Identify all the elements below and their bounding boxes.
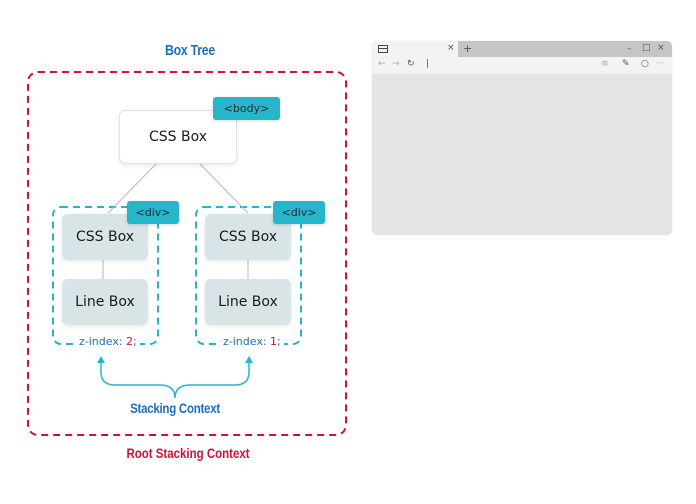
right-line-box-label: Line Box (218, 294, 278, 310)
reading-view-icon[interactable]: ≡ (601, 60, 609, 69)
root-css-box-label: CSS Box (148, 129, 208, 145)
right-zindex-label: z-index: 1; (220, 335, 284, 348)
close-tab-icon[interactable]: × (447, 44, 455, 53)
stacking-context-brace (100, 362, 250, 399)
zindex-prefix: z-index: (79, 335, 127, 348)
refresh-icon[interactable]: ↻ (407, 60, 415, 69)
zindex-value: 1 (270, 335, 278, 348)
hub-icon[interactable]: ○ (641, 60, 649, 69)
minimize-icon[interactable]: – (627, 45, 632, 54)
body-tag: <body> (213, 97, 280, 120)
left-css-box-label: CSS Box (75, 229, 135, 245)
zindex-suffix: ; (133, 335, 137, 348)
back-icon[interactable]: ← (378, 60, 386, 69)
zindex-value: 2 (126, 335, 134, 348)
forward-icon[interactable]: → (392, 60, 400, 69)
arrow-head-left (97, 356, 105, 363)
zindex-prefix: z-index: (223, 335, 271, 348)
left-line-box-label: Line Box (75, 294, 135, 310)
stacking-context-label: Stacking Context (130, 400, 220, 416)
zindex-suffix: ; (277, 335, 281, 348)
new-tab-icon[interactable]: + (463, 43, 472, 54)
root-stacking-context-label: Root Stacking Context (126, 445, 250, 461)
left-div-tag: <div> (127, 201, 179, 224)
right-css-box-label: CSS Box (218, 229, 278, 245)
more-icon[interactable]: ··· (656, 60, 665, 69)
notes-icon[interactable]: ✎ (622, 60, 630, 69)
tree-edge-right (198, 162, 249, 214)
browser-viewport (372, 74, 672, 235)
left-line-box: Line Box (62, 279, 148, 325)
tab-icon (378, 45, 388, 53)
right-line-box: Line Box (205, 279, 291, 325)
right-div-tag: <div> (273, 201, 325, 224)
address-bar: ← → ↻ | ≡ ✎ ○ ··· (372, 57, 672, 74)
address-input[interactable]: | (426, 60, 429, 69)
arrow-head-right (245, 356, 253, 363)
close-window-icon[interactable]: × (657, 44, 665, 53)
tab-bar: × + – □ × (372, 41, 672, 57)
browser-tab[interactable]: × (372, 41, 458, 57)
left-zindex-label: z-index: 2; (76, 335, 140, 348)
browser-window: × + – □ × ← → ↻ | ≡ ✎ ○ ··· (372, 41, 672, 235)
maximize-icon[interactable]: □ (642, 44, 651, 53)
